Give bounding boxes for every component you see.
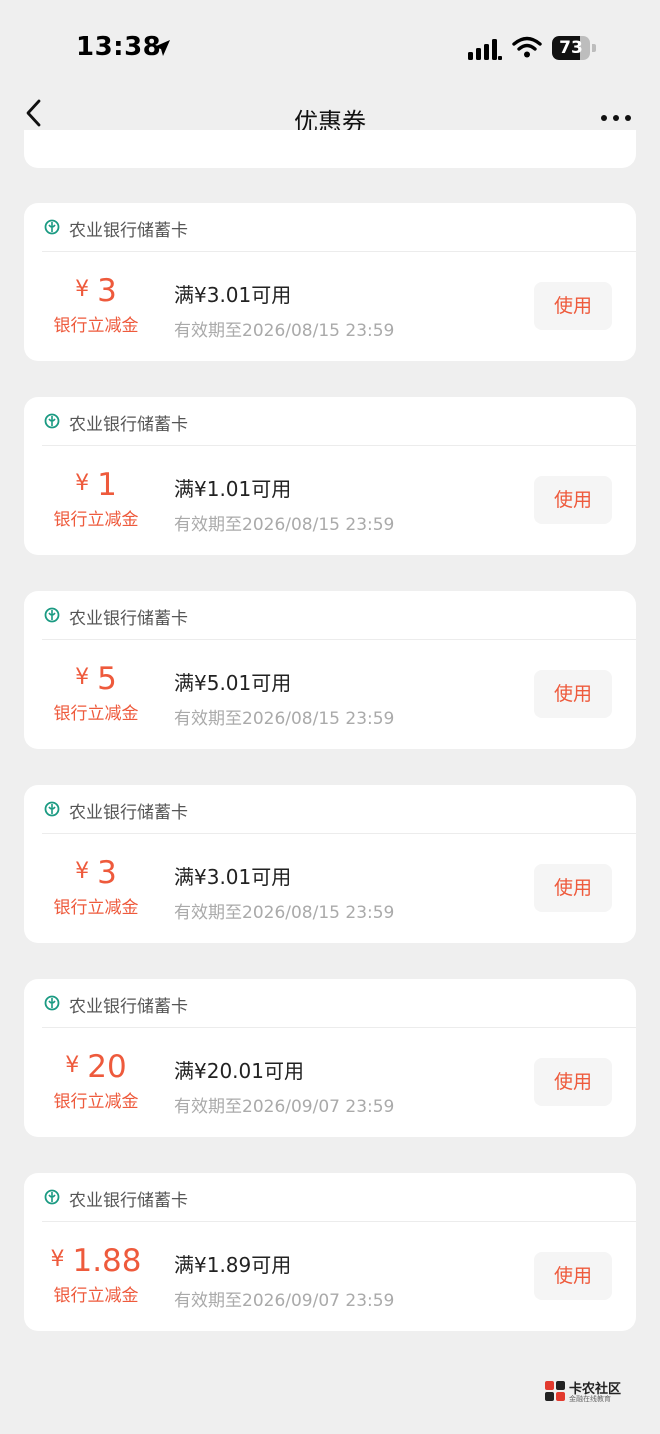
watermark: 卡农社区 金融在线教育 bbox=[544, 1378, 634, 1406]
use-button[interactable]: 使用 bbox=[534, 476, 612, 524]
use-button[interactable]: 使用 bbox=[534, 282, 612, 330]
coupon-validity: 有效期至2026/08/15 23:59 bbox=[174, 709, 395, 729]
coupon-card: 农业银行储蓄卡 ¥1 银行立减金 满¥1.01可用 有效期至2026/08/15… bbox=[24, 397, 636, 555]
bank-name: 农业银行储蓄卡 bbox=[69, 803, 188, 823]
coupon-validity: 有效期至2026/09/07 23:59 bbox=[174, 1097, 395, 1117]
amount-value: 3 bbox=[97, 855, 117, 891]
currency-symbol: ¥ bbox=[75, 859, 90, 884]
coupon-list: 农业银行储蓄卡 ¥3 银行立减金 满¥3.01可用 有效期至2026/08/15… bbox=[24, 203, 636, 1367]
abc-bank-logo-icon bbox=[44, 1189, 60, 1205]
status-bar: 13:38 73 bbox=[0, 0, 660, 96]
card-header: 农业银行储蓄卡 bbox=[42, 203, 636, 252]
bank-name: 农业银行储蓄卡 bbox=[69, 415, 188, 435]
abc-bank-logo-icon bbox=[44, 995, 60, 1011]
card-header: 农业银行储蓄卡 bbox=[42, 591, 636, 640]
card-header: 农业银行储蓄卡 bbox=[42, 1173, 636, 1222]
battery-icon: 73 bbox=[552, 36, 596, 60]
amount-label: 银行立减金 bbox=[53, 898, 139, 918]
coupon-validity: 有效期至2026/08/15 23:59 bbox=[174, 321, 395, 341]
coupon-amount: ¥1.88 银行立减金 bbox=[24, 1243, 168, 1306]
coupon-condition: 满¥20.01可用 bbox=[174, 1059, 304, 1083]
coupon-card: 农业银行储蓄卡 ¥3 银行立减金 满¥3.01可用 有效期至2026/08/15… bbox=[24, 785, 636, 943]
coupon-card: 农业银行储蓄卡 ¥1.88 银行立减金 满¥1.89可用 有效期至2026/09… bbox=[24, 1173, 636, 1331]
amount-label: 银行立减金 bbox=[53, 510, 139, 530]
card-header: 农业银行储蓄卡 bbox=[42, 979, 636, 1028]
amount-value: 1 bbox=[97, 467, 117, 503]
abc-bank-logo-icon bbox=[44, 607, 60, 623]
battery-level: 73 bbox=[559, 38, 583, 58]
abc-bank-logo-icon bbox=[44, 801, 60, 817]
bank-name: 农业银行储蓄卡 bbox=[69, 997, 188, 1017]
more-horizontal-icon[interactable] bbox=[600, 114, 632, 122]
location-arrow-icon bbox=[154, 40, 170, 56]
use-button[interactable]: 使用 bbox=[534, 864, 612, 912]
coupon-condition: 满¥3.01可用 bbox=[174, 865, 292, 889]
coupon-card: 农业银行储蓄卡 ¥5 银行立减金 满¥5.01可用 有效期至2026/08/15… bbox=[24, 591, 636, 749]
status-time: 13:38 bbox=[76, 32, 162, 62]
coupon-validity: 有效期至2026/08/15 23:59 bbox=[174, 903, 395, 923]
currency-symbol: ¥ bbox=[65, 1053, 80, 1078]
coupon-validity: 有效期至2026/08/15 23:59 bbox=[174, 515, 395, 535]
use-button[interactable]: 使用 bbox=[534, 670, 612, 718]
coupon-condition: 满¥3.01可用 bbox=[174, 283, 292, 307]
use-button[interactable]: 使用 bbox=[534, 1252, 612, 1300]
coupon-amount: ¥1 银行立减金 bbox=[24, 467, 168, 530]
coupon-amount: ¥3 银行立减金 bbox=[24, 273, 168, 336]
amount-value: 5 bbox=[97, 661, 117, 697]
coupon-amount: ¥5 银行立减金 bbox=[24, 661, 168, 724]
coupon-condition: 满¥1.89可用 bbox=[174, 1253, 292, 1277]
card-header: 农业银行储蓄卡 bbox=[42, 785, 636, 834]
currency-symbol: ¥ bbox=[75, 471, 90, 496]
amount-label: 银行立减金 bbox=[53, 704, 139, 724]
amount-value: 20 bbox=[87, 1049, 127, 1085]
coupon-validity: 有效期至2026/09/07 23:59 bbox=[174, 1291, 395, 1311]
coupon-amount: ¥20 银行立减金 bbox=[24, 1049, 168, 1112]
bank-name: 农业银行储蓄卡 bbox=[69, 609, 188, 629]
card-header: 农业银行储蓄卡 bbox=[42, 397, 636, 446]
coupon-amount: ¥3 银行立减金 bbox=[24, 855, 168, 918]
amount-label: 银行立减金 bbox=[53, 1286, 139, 1306]
amount-label: 银行立减金 bbox=[53, 316, 139, 336]
abc-bank-logo-icon bbox=[44, 413, 60, 429]
signal-icon bbox=[468, 39, 502, 60]
coupon-condition: 满¥5.01可用 bbox=[174, 671, 292, 695]
coupon-condition: 满¥1.01可用 bbox=[174, 477, 292, 501]
coupon-card: 农业银行储蓄卡 ¥20 银行立减金 满¥20.01可用 有效期至2026/09/… bbox=[24, 979, 636, 1137]
currency-symbol: ¥ bbox=[75, 665, 90, 690]
use-button[interactable]: 使用 bbox=[534, 1058, 612, 1106]
abc-bank-logo-icon bbox=[44, 219, 60, 235]
amount-value: 1.88 bbox=[72, 1243, 142, 1279]
currency-symbol: ¥ bbox=[50, 1247, 65, 1272]
coupon-card-partial bbox=[24, 130, 636, 168]
currency-symbol: ¥ bbox=[75, 277, 90, 302]
bank-name: 农业银行储蓄卡 bbox=[69, 221, 188, 241]
amount-value: 3 bbox=[97, 273, 117, 309]
amount-label: 银行立减金 bbox=[53, 1092, 139, 1112]
wifi-icon bbox=[512, 36, 542, 58]
bank-name: 农业银行储蓄卡 bbox=[69, 1191, 188, 1211]
watermark-subtext: 金融在线教育 bbox=[569, 1395, 611, 1403]
kanong-logo-icon bbox=[545, 1381, 565, 1401]
coupon-card: 农业银行储蓄卡 ¥3 银行立减金 满¥3.01可用 有效期至2026/08/15… bbox=[24, 203, 636, 361]
